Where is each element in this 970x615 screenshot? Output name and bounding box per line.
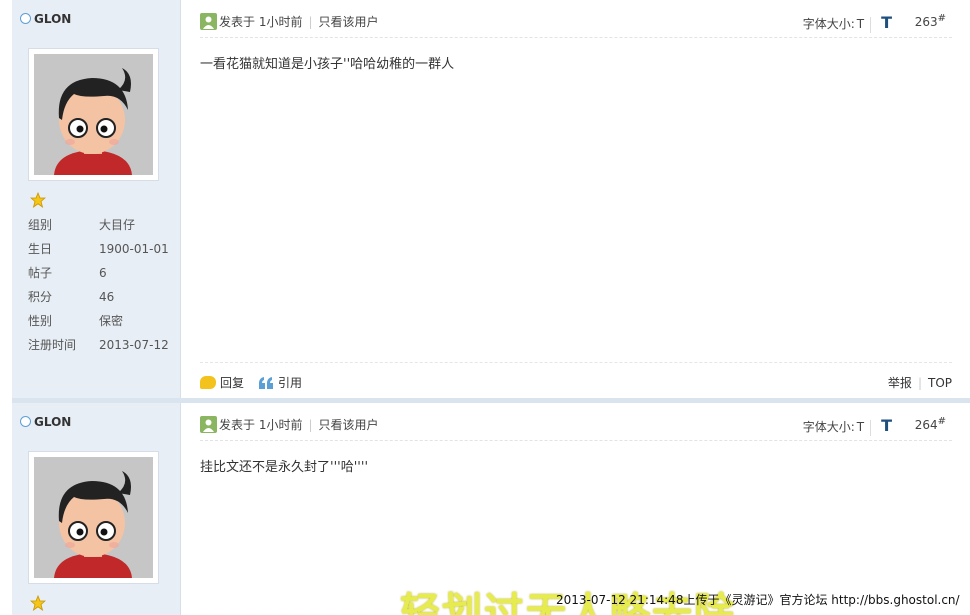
rank-star-icon (30, 595, 46, 611)
info-row-posts: 帖子 6 (28, 266, 107, 280)
font-small-button[interactable]: T (857, 420, 864, 434)
online-status-icon (20, 416, 31, 427)
user-info: 组别 大目仔 生日 1900-01-01 帖子 6 积分 46 性别 保密 注册时间 201… (28, 216, 178, 360)
only-this-user-link[interactable]: 只看该用户 (319, 418, 379, 432)
avatar-image (34, 54, 153, 175)
post-content: 一看花猫就知道是小孩子''哈哈幼稚的一群人 (200, 57, 455, 72)
floor-number: 264# (914, 416, 946, 432)
post-header: 发表于 1小时前 | 只看该用户 字体大小: T T 263# (200, 10, 952, 38)
avatar[interactable] (28, 48, 159, 181)
font-size-control: 字体大小: T T (802, 416, 892, 436)
quote-icon (259, 376, 273, 389)
rank-star-icon (30, 192, 46, 208)
avatar[interactable] (28, 451, 159, 584)
info-row-points: 积分 46 (28, 290, 115, 304)
upload-caption: 2013-07-12 21:14:48上传于《灵游记》官方论坛 http://b… (556, 593, 960, 607)
info-row-birthday: 生日 1900-01-01 (28, 242, 169, 256)
font-big-button[interactable]: T (881, 13, 892, 32)
avatar-image (34, 457, 153, 578)
info-row-register-date: 注册时间 2013-07-12 (28, 338, 169, 352)
online-status-icon (20, 13, 31, 24)
username[interactable]: GLON (34, 12, 71, 26)
post-time: 发表于 1小时前 (219, 15, 303, 29)
post-footer: 回复 引用 举报 | TOP (200, 362, 952, 392)
post-content: 挂比文还不是永久封了'''哈'''' (200, 460, 369, 475)
quote-button[interactable]: 引用 (258, 374, 302, 391)
floor-number: 263# (914, 13, 946, 29)
info-row-gender: 性别 保密 (28, 314, 124, 328)
font-small-button[interactable]: T (857, 17, 864, 31)
reply-icon (200, 376, 216, 389)
username[interactable]: GLON (34, 415, 71, 429)
font-size-control: 字体大小: T T (802, 13, 892, 33)
top-link[interactable]: TOP (928, 376, 952, 390)
only-this-user-link[interactable]: 只看该用户 (319, 15, 379, 29)
font-big-button[interactable]: T (881, 416, 892, 435)
post-user-icon (200, 13, 217, 30)
reply-button[interactable]: 回复 (200, 374, 244, 391)
post-header: 发表于 1小时前 | 只看该用户 字体大小: T T 264# (200, 413, 952, 441)
post-time: 发表于 1小时前 (219, 418, 303, 432)
info-row-group: 组别 大目仔 (28, 218, 136, 232)
report-link[interactable]: 举报 (888, 376, 912, 390)
post-user-icon (200, 416, 217, 433)
post-263: GLON 组别 大目仔 生日 1900-01-01 帖子 6 积分 46 性别 … (0, 0, 970, 403)
